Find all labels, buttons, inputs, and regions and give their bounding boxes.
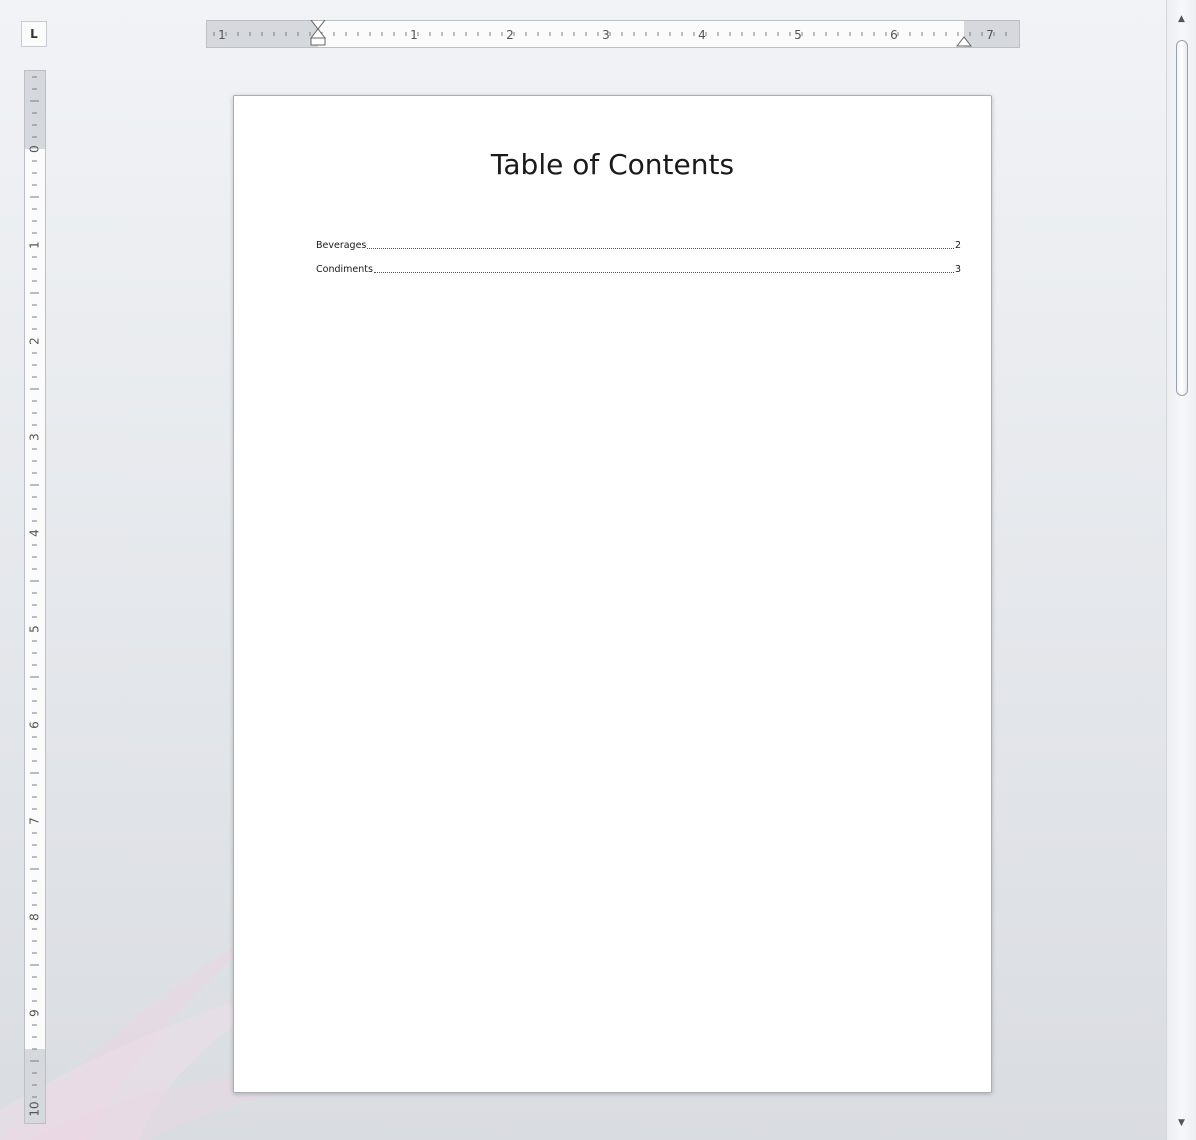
horizontal-ruler[interactable]: 1 1 2 3 4 5 6 7 <box>206 20 1020 48</box>
vertical-ruler[interactable]: 0 1 2 3 4 5 6 7 8 9 10 <box>24 70 46 1124</box>
ruler-number: 6 <box>890 28 898 42</box>
ruler-number: 4 <box>698 28 706 42</box>
toc-dot-leader <box>373 271 954 273</box>
scroll-up-arrow-icon[interactable]: ▲ <box>1167 8 1196 30</box>
ruler-number: 2 <box>28 337 42 345</box>
ruler-number: 4 <box>28 529 42 537</box>
toc-entry-page-number: 3 <box>954 264 961 275</box>
toc-entry-label: Beverages <box>316 240 367 251</box>
scroll-down-arrow-icon[interactable]: ▼ <box>1167 1112 1196 1134</box>
ruler-number: 1 <box>218 28 226 42</box>
ruler-number: 0 <box>28 145 42 153</box>
toc-entry-label: Condiments <box>316 264 373 275</box>
ruler-number: 9 <box>28 1009 42 1017</box>
document-page[interactable]: Table of Contents Beverages 2 Condiments… <box>233 95 992 1093</box>
ruler-number: 2 <box>506 28 514 42</box>
ruler-number: 1 <box>410 28 418 42</box>
document-workspace: L 1 1 2 3 4 5 6 7 0 1 2 3 4 5 6 7 8 9 10 Table of Content… <box>0 0 1166 1140</box>
ruler-number: 3 <box>602 28 610 42</box>
ruler-number: 7 <box>986 28 994 42</box>
ruler-number: 3 <box>28 433 42 441</box>
toc-entry-beverages[interactable]: Beverages 2 <box>316 237 961 251</box>
ruler-number: 1 <box>28 241 42 249</box>
scrollbar-thumb[interactable] <box>1176 40 1188 396</box>
ruler-number: 5 <box>28 625 42 633</box>
ruler-number: 7 <box>28 817 42 825</box>
toc-entry-condiments[interactable]: Condiments 3 <box>316 261 961 275</box>
vertical-scrollbar[interactable]: ▲ ▼ <box>1166 0 1196 1140</box>
ruler-number: 10 <box>28 1101 42 1116</box>
tab-selector-button[interactable]: L <box>21 21 47 47</box>
toc-heading: Table of Contents <box>490 148 735 181</box>
ruler-number: 6 <box>28 721 42 729</box>
ruler-number: 5 <box>794 28 802 42</box>
toc-dot-leader <box>367 247 954 249</box>
ruler-number: 8 <box>28 913 42 921</box>
toc-entry-page-number: 2 <box>954 240 961 251</box>
